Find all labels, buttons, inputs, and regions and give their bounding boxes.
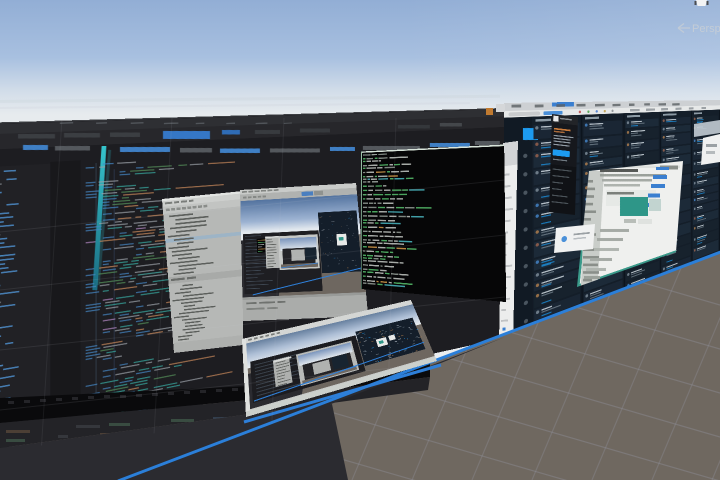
svg-text:Persp: Persp <box>692 23 720 35</box>
